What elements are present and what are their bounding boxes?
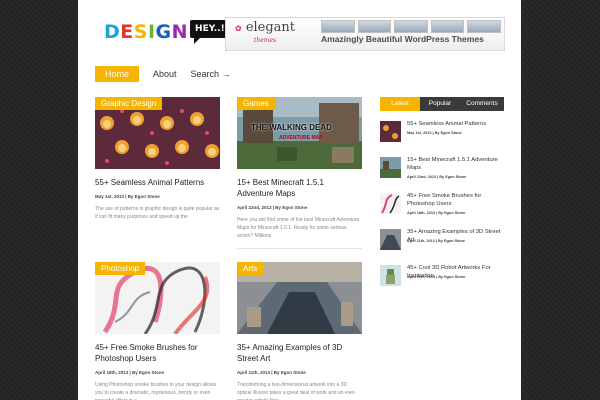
animal-pattern-thumb <box>380 121 401 142</box>
ad-banner[interactable]: ✿ elegant themes Amazingly Beautiful Wor… <box>225 17 505 51</box>
list-item-meta: April 22nd, 2013 | By Egon Stone <box>407 175 467 179</box>
logo-letter: N <box>171 21 189 43</box>
flower-icon: ✿ <box>234 23 242 33</box>
street-art-thumb <box>380 229 401 250</box>
list-item[interactable]: 15+ Best Minecraft 1.5.1 Adventure Maps … <box>380 155 504 191</box>
list-item-thumbnail[interactable] <box>380 157 401 178</box>
list-item-thumbnail[interactable] <box>380 265 401 286</box>
banner-brand: ✿ elegant themes <box>226 19 304 47</box>
sidebar-tabs: Latest Popular Comments <box>380 97 504 111</box>
divider <box>237 248 362 249</box>
list-item-meta: April 18th, 2013 | By Egon Stone <box>407 211 466 215</box>
list-item[interactable]: 55+ Seamless Animal Patterns May 1st, 20… <box>380 119 504 155</box>
post-title[interactable]: 35+ Amazing Examples of 3D Street Art <box>237 342 362 364</box>
list-item-meta: April 10th, 2013 | By Egon Stone <box>407 275 466 279</box>
robot-thumb <box>380 265 401 286</box>
logo-letter: E <box>120 21 134 43</box>
banner-screenshots <box>321 20 501 33</box>
list-item[interactable]: 45+ Free Smoke Brushes for Photoshop Use… <box>380 191 504 227</box>
post-meta: May 1st, 2013 | By Egon Stone <box>95 194 160 199</box>
list-item-thumbnail[interactable] <box>380 193 401 214</box>
post-card: Graphic Design 55+ Seamless Animal Patte… <box>95 97 220 221</box>
main-nav: Home About Search → <box>95 66 245 82</box>
list-item-title[interactable]: 55+ Seamless Animal Patterns <box>407 121 504 129</box>
logo-letter: G <box>155 21 172 43</box>
post-category[interactable]: Photoshop <box>95 262 146 275</box>
post-thumbnail[interactable]: Photoshop <box>95 262 220 334</box>
list-item-meta: May 1st, 2013 | By Egon Stone <box>407 131 462 135</box>
post-thumbnail[interactable]: Graphic Design <box>95 97 220 169</box>
page: DESIGN HEY..! ✿ elegant themes Amazingly… <box>78 0 521 400</box>
logo-letter: D <box>104 21 121 43</box>
tab-popular[interactable]: Popular <box>420 97 460 111</box>
nav-about[interactable]: About <box>153 66 177 82</box>
nav-search[interactable]: Search → <box>191 66 231 82</box>
banner-shot <box>357 20 392 33</box>
post-title[interactable]: 55+ Seamless Animal Patterns <box>95 177 220 188</box>
list-item[interactable]: 45+ Cool 3D Robot Artworks For Inspirati… <box>380 263 504 299</box>
banner-shot <box>467 20 501 33</box>
site-logo[interactable]: DESIGN HEY..! <box>104 18 230 46</box>
list-item-title[interactable]: 45+ Free Smoke Brushes for Photoshop Use… <box>407 193 504 208</box>
list-item-meta: April 11th, 2013 | By Egon Stone <box>407 239 466 243</box>
banner-brand-sub: themes <box>253 36 277 44</box>
post-category[interactable]: Games <box>237 97 275 110</box>
post-excerpt: Using Photoshop smoke brushes in your de… <box>95 382 217 400</box>
sidebar-latest-list: 55+ Seamless Animal Patterns May 1st, 20… <box>380 119 504 299</box>
minecraft-thumb <box>380 157 401 178</box>
nav-home[interactable]: Home <box>95 66 140 82</box>
logo-letter: I <box>147 21 156 43</box>
banner-shot <box>321 20 355 33</box>
post-excerpt: The use of patterns in graphic design is… <box>95 206 220 220</box>
list-item-thumbnail[interactable] <box>380 121 401 142</box>
banner-shot <box>394 20 428 33</box>
banner-shot <box>430 20 465 33</box>
post-meta: April 18th, 2013 | By Egon Stone <box>95 370 165 375</box>
list-item[interactable]: 35+ Amazing Examples of 3D Street Art Ap… <box>380 227 504 263</box>
logo-letter: S <box>133 21 148 43</box>
post-card: Games THE WALKING DEAD ADVENTURE MAP 15+… <box>237 97 362 249</box>
post-meta: April 22nd, 2013 | By Egon Stone <box>237 205 308 210</box>
thumb-overlay-sub: ADVENTURE MAP <box>279 135 323 141</box>
list-item-thumbnail[interactable] <box>380 229 401 250</box>
logo-word: DESIGN <box>104 18 188 46</box>
post-excerpt: Here you will find some of the best Mine… <box>237 217 360 239</box>
post-title[interactable]: 15+ Best Minecraft 1.5.1 Adventure Maps <box>237 177 362 199</box>
smoke-thumb <box>380 193 401 214</box>
tab-comments[interactable]: Comments <box>460 97 504 111</box>
post-title[interactable]: 45+ Free Smoke Brushes for Photoshop Use… <box>95 342 220 364</box>
post-thumbnail[interactable]: Arts <box>237 262 362 334</box>
post-meta: April 11th, 2013 | By Egon Stone <box>237 370 306 375</box>
list-item-title[interactable]: 15+ Best Minecraft 1.5.1 Adventure Maps <box>407 157 504 172</box>
tab-latest[interactable]: Latest <box>380 97 420 111</box>
logo-bubble: HEY..! <box>190 20 230 44</box>
post-card: Photoshop 45+ Free Smoke Brushes for Pho… <box>95 262 220 400</box>
post-card: Arts 35+ Amazing Examples of 3D Street A… <box>237 262 362 400</box>
post-category[interactable]: Graphic Design <box>95 97 163 110</box>
post-category[interactable]: Arts <box>237 262 264 275</box>
post-thumbnail[interactable]: Games THE WALKING DEAD ADVENTURE MAP <box>237 97 362 169</box>
thumb-overlay-title: THE WALKING DEAD <box>251 123 332 132</box>
banner-brand-name: elegant <box>245 19 296 35</box>
post-excerpt: Transforming a two-dimensional artwork i… <box>237 382 357 400</box>
site-header: DESIGN HEY..! ✿ elegant themes Amazingly… <box>78 0 521 62</box>
banner-text: Amazingly Beautiful WordPress Themes <box>321 34 484 44</box>
